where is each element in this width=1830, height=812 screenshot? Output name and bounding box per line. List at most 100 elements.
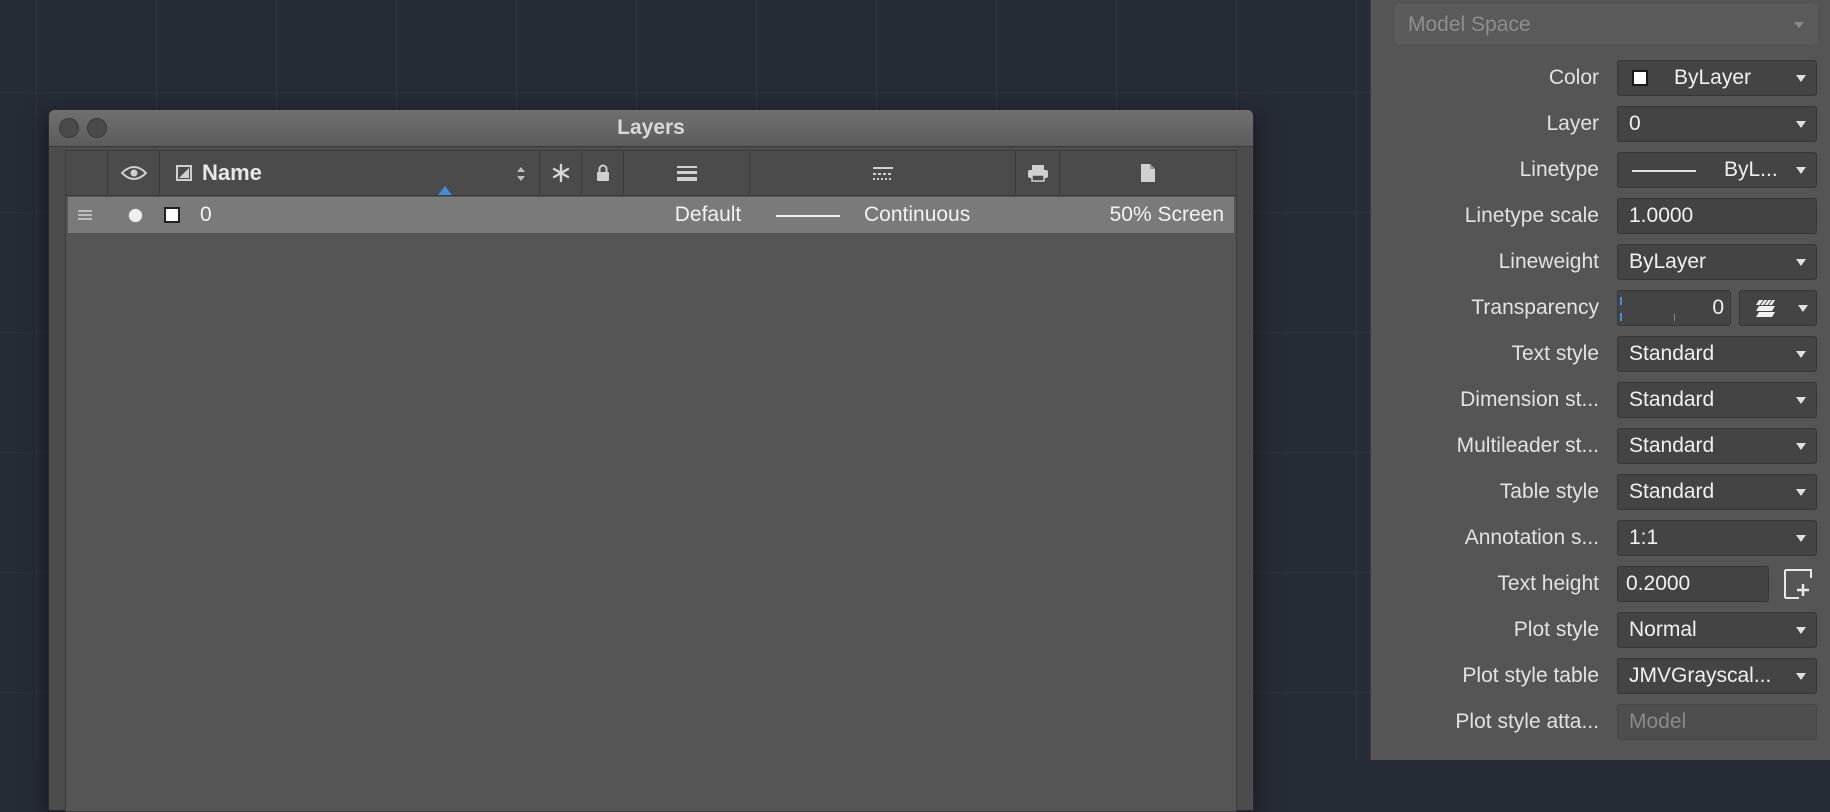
layers-stack-icon <box>1756 299 1775 317</box>
plot-style-attached-value: Model <box>1629 710 1687 733</box>
drag-handle-icon[interactable] <box>78 208 92 222</box>
layer-linetype-label[interactable]: Default <box>648 197 768 233</box>
header-linetype[interactable] <box>750 151 1016 195</box>
layer-dropdown[interactable]: 0 <box>1617 106 1817 142</box>
annotation-scale-dropdown[interactable]: 1:1 <box>1617 520 1817 556</box>
prop-label: Color <box>1548 66 1599 89</box>
layer-plot-style[interactable]: 50% Screen <box>1068 197 1224 233</box>
document-icon <box>1141 164 1155 182</box>
chevron-down-icon <box>1794 22 1804 28</box>
color-value: ByLayer <box>1674 66 1752 89</box>
multileader-style-value: Standard <box>1629 434 1715 457</box>
header-visibility[interactable] <box>108 151 160 195</box>
plot-style-value: Normal <box>1629 618 1697 641</box>
chevron-down-icon <box>1796 167 1806 174</box>
multileader-style-dropdown[interactable]: Standard <box>1617 428 1817 464</box>
prop-label: Layer <box>1546 112 1599 135</box>
linetype-preview <box>776 215 840 217</box>
chevron-down-icon <box>1796 535 1806 542</box>
eye-icon <box>120 166 147 180</box>
text-height-value: 0.2000 <box>1626 572 1691 595</box>
sort-indicator <box>438 186 452 195</box>
name-column-label: Name <box>202 160 262 185</box>
prop-transparency: Transparency 0 <box>1371 285 1830 331</box>
plot-style-table-dropdown[interactable]: JMVGrayscal... <box>1617 658 1817 694</box>
linetype-dropdown[interactable]: ByL... <box>1617 152 1817 188</box>
layer-row[interactable]: 0 Default Continuous 50% Screen <box>68 197 1234 233</box>
chevron-down-icon <box>1796 489 1806 496</box>
properties-panel: Model Space Color ByLayer Layer 0 Linety… <box>1370 0 1830 760</box>
visibility-bulb-icon[interactable] <box>128 208 143 223</box>
text-style-value: Standard <box>1629 342 1715 365</box>
pick-point-icon[interactable] <box>1777 566 1817 602</box>
header-freeze[interactable] <box>540 151 582 195</box>
prop-text-style: Text style Standard <box>1371 331 1830 377</box>
prop-label: Table style <box>1499 480 1599 503</box>
prop-label: Multileader st... <box>1456 434 1599 457</box>
transparency-value: 0 <box>1712 296 1724 319</box>
prop-dimension-style: Dimension st... Standard <box>1371 377 1830 423</box>
prop-label: Plot style table <box>1462 664 1599 687</box>
prop-label: Linetype <box>1519 158 1599 181</box>
chevron-down-icon <box>1796 443 1806 450</box>
prop-plot-style-table: Plot style table JMVGrayscal... <box>1371 653 1830 699</box>
header-lineweight[interactable] <box>624 151 750 195</box>
printer-icon <box>1027 165 1048 182</box>
header-lock[interactable] <box>582 151 624 195</box>
table-style-value: Standard <box>1629 480 1715 503</box>
layer-name[interactable]: 0 <box>200 197 212 233</box>
prop-label: Annotation s... <box>1464 526 1599 549</box>
sort-updown-icon <box>517 167 525 181</box>
table-style-dropdown[interactable]: Standard <box>1617 474 1817 510</box>
prop-multileader-style: Multileader st... Standard <box>1371 423 1830 469</box>
prop-label: Transparency <box>1471 296 1599 319</box>
text-height-field[interactable]: 0.2000 <box>1617 566 1769 602</box>
header-drag-column <box>66 151 108 195</box>
color-dropdown[interactable]: ByLayer <box>1617 60 1817 96</box>
text-style-dropdown[interactable]: Standard <box>1617 336 1817 372</box>
prop-layer: Layer 0 <box>1371 101 1830 147</box>
snowflake-icon <box>552 163 569 183</box>
chevron-down-icon <box>1796 75 1806 82</box>
transparency-mode-button[interactable] <box>1739 290 1817 326</box>
prop-text-height: Text height 0.2000 <box>1371 561 1830 607</box>
prop-plot-style: Plot style Normal <box>1371 607 1830 653</box>
chevron-down-icon <box>1796 627 1806 634</box>
lineweight-dropdown[interactable]: ByLayer <box>1617 244 1817 280</box>
window-title: Layers <box>617 116 685 139</box>
transparency-slider[interactable]: 0 <box>1617 290 1731 326</box>
linetype-scale-value: 1.0000 <box>1629 204 1694 227</box>
header-name[interactable]: Name <box>160 151 540 195</box>
header-plot[interactable] <box>1016 151 1060 195</box>
layer-color-swatch[interactable] <box>164 207 180 223</box>
header-plot-style[interactable] <box>1060 151 1236 195</box>
space-dropdown[interactable]: Model Space <box>1395 4 1817 44</box>
slider-tick <box>1674 314 1675 321</box>
prop-linetype: Linetype ByL... <box>1371 147 1830 193</box>
prop-linetype-scale: Linetype scale 1.0000 <box>1371 193 1830 239</box>
layer-value: 0 <box>1629 112 1641 135</box>
layers-table: Name 0 Default Continuous 50% Screen <box>65 150 1237 812</box>
prop-plot-style-attached: Plot style atta... Model <box>1371 699 1830 745</box>
linetype-scale-field[interactable]: 1.0000 <box>1617 198 1817 234</box>
plot-style-attached-field: Model <box>1617 704 1817 740</box>
layer-linetype[interactable]: Continuous <box>864 197 970 233</box>
chevron-down-icon <box>1796 121 1806 128</box>
prop-label: Plot style <box>1513 618 1599 641</box>
slider-focus-mark <box>1620 297 1622 305</box>
color-swatch <box>1632 70 1648 86</box>
dimension-style-dropdown[interactable]: Standard <box>1617 382 1817 418</box>
plot-style-dropdown[interactable]: Normal <box>1617 612 1817 648</box>
prop-annotation-scale: Annotation s... 1:1 <box>1371 515 1830 561</box>
lock-icon <box>596 164 609 181</box>
chevron-down-icon <box>1796 259 1806 266</box>
prop-label: Text style <box>1511 342 1599 365</box>
lineweight-value: ByLayer <box>1629 250 1707 273</box>
lineweight-icon <box>676 166 697 181</box>
prop-label: Linetype scale <box>1464 204 1599 227</box>
dimension-style-value: Standard <box>1629 388 1715 411</box>
annotation-scale-value: 1:1 <box>1629 526 1659 549</box>
layers-titlebar[interactable]: Layers <box>49 110 1253 147</box>
chevron-down-icon <box>1796 397 1806 404</box>
prop-lineweight: Lineweight ByLayer <box>1371 239 1830 285</box>
